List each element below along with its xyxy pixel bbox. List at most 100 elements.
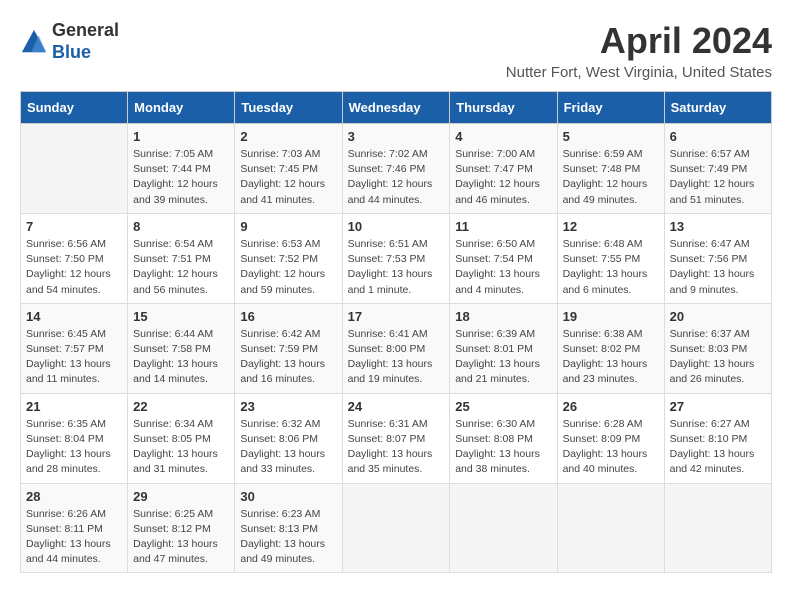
calendar-cell: 24 Sunrise: 6:31 AMSunset: 8:07 PMDayligh… <box>342 393 450 483</box>
day-info: Sunrise: 6:35 AMSunset: 8:04 PMDaylight:… <box>26 417 122 478</box>
calendar-cell <box>21 124 128 214</box>
calendar-cell: 26Sunrise: 6:28 AMSunset: 8:09 PMDayligh… <box>557 393 664 483</box>
logo-icon <box>20 28 48 56</box>
col-header-sunday: Sunday <box>21 92 128 124</box>
calendar-cell: 16 Sunrise: 6:42 AMSunset: 7:59 PMDayligh… <box>235 303 342 393</box>
calendar-cell: 10 Sunrise: 6:51 AMSunset: 7:53 PMDayligh… <box>342 213 450 303</box>
day-info: Sunrise: 7:02 AMSunset: 7:46 PMDaylight:… <box>348 147 445 208</box>
calendar-body: 1 Sunrise: 7:05 AMSunset: 7:44 PMDaylight… <box>21 124 772 573</box>
day-number: 16 <box>240 309 336 324</box>
header-row: SundayMondayTuesdayWednesdayThursdayFrid… <box>21 92 772 124</box>
calendar-header: SundayMondayTuesdayWednesdayThursdayFrid… <box>21 92 772 124</box>
calendar-cell: 23 Sunrise: 6:32 AMSunset: 8:06 PMDayligh… <box>235 393 342 483</box>
calendar-cell: 2 Sunrise: 7:03 AMSunset: 7:45 PMDaylight… <box>235 124 342 214</box>
day-number: 21 <box>26 399 122 414</box>
day-info: Sunrise: 6:26 AMSunset: 8:11 PMDaylight:… <box>26 507 122 568</box>
logo-blue-text: Blue <box>52 42 91 62</box>
col-header-monday: Monday <box>128 92 235 124</box>
day-number: 18 <box>455 309 551 324</box>
day-info: Sunrise: 6:41 AMSunset: 8:00 PMDaylight:… <box>348 327 445 388</box>
calendar-cell: 20 Sunrise: 6:37 AMSunset: 8:03 PMDayligh… <box>664 303 771 393</box>
day-number: 17 <box>348 309 445 324</box>
day-number: 30 <box>240 489 336 504</box>
day-info: Sunrise: 6:42 AMSunset: 7:59 PMDaylight:… <box>240 327 336 388</box>
calendar-cell: 13 Sunrise: 6:47 AMSunset: 7:56 PMDayligh… <box>664 213 771 303</box>
calendar-cell: 3 Sunrise: 7:02 AMSunset: 7:46 PMDaylight… <box>342 124 450 214</box>
day-number: 3 <box>348 129 445 144</box>
calendar-cell: 25Sunrise: 6:30 AMSunset: 8:08 PMDayligh… <box>450 393 557 483</box>
calendar-cell: 18 Sunrise: 6:39 AMSunset: 8:01 PMDayligh… <box>450 303 557 393</box>
day-info: Sunrise: 6:53 AMSunset: 7:52 PMDaylight:… <box>240 237 336 298</box>
day-info: Sunrise: 6:54 AMSunset: 7:51 PMDaylight:… <box>133 237 229 298</box>
calendar-cell: 27Sunrise: 6:27 AMSunset: 8:10 PMDayligh… <box>664 393 771 483</box>
day-number: 6 <box>670 129 766 144</box>
day-number: 20 <box>670 309 766 324</box>
day-info: Sunrise: 6:56 AMSunset: 7:50 PMDaylight:… <box>26 237 122 298</box>
day-info: Sunrise: 6:38 AMSunset: 8:02 PMDaylight:… <box>563 327 659 388</box>
day-info: Sunrise: 7:00 AMSunset: 7:47 PMDaylight:… <box>455 147 551 208</box>
day-number: 14 <box>26 309 122 324</box>
day-info: Sunrise: 6:57 AMSunset: 7:49 PMDaylight:… <box>670 147 766 208</box>
day-number: 4 <box>455 129 551 144</box>
calendar-cell: 7 Sunrise: 6:56 AMSunset: 7:50 PMDaylight… <box>21 213 128 303</box>
calendar-cell <box>342 483 450 573</box>
calendar-cell: 6 Sunrise: 6:57 AMSunset: 7:49 PMDaylight… <box>664 124 771 214</box>
col-header-tuesday: Tuesday <box>235 92 342 124</box>
day-number: 2 <box>240 129 336 144</box>
day-number: 7 <box>26 219 122 234</box>
day-number: 24 <box>348 399 445 414</box>
col-header-saturday: Saturday <box>664 92 771 124</box>
day-info: Sunrise: 6:45 AMSunset: 7:57 PMDaylight:… <box>26 327 122 388</box>
day-number: 11 <box>455 219 551 234</box>
day-info: Sunrise: 6:44 AMSunset: 7:58 PMDaylight:… <box>133 327 229 388</box>
day-info: Sunrise: 6:47 AMSunset: 7:56 PMDaylight:… <box>670 237 766 298</box>
logo: General Blue <box>20 20 119 63</box>
day-number: 23 <box>240 399 336 414</box>
calendar-cell: 12Sunrise: 6:48 AMSunset: 7:55 PMDayligh… <box>557 213 664 303</box>
week-row-4: 21 Sunrise: 6:35 AMSunset: 8:04 PMDayligh… <box>21 393 772 483</box>
calendar-cell: 8Sunrise: 6:54 AMSunset: 7:51 PMDaylight… <box>128 213 235 303</box>
day-info: Sunrise: 6:30 AMSunset: 8:08 PMDaylight:… <box>455 417 551 478</box>
page-subtitle: Nutter Fort, West Virginia, United State… <box>506 64 772 81</box>
day-number: 29 <box>133 489 229 504</box>
calendar-cell: 28Sunrise: 6:26 AMSunset: 8:11 PMDayligh… <box>21 483 128 573</box>
day-info: Sunrise: 7:03 AMSunset: 7:45 PMDaylight:… <box>240 147 336 208</box>
day-info: Sunrise: 6:25 AMSunset: 8:12 PMDaylight:… <box>133 507 229 568</box>
day-number: 26 <box>563 399 659 414</box>
calendar-cell: 15Sunrise: 6:44 AMSunset: 7:58 PMDayligh… <box>128 303 235 393</box>
week-row-3: 14 Sunrise: 6:45 AMSunset: 7:57 PMDayligh… <box>21 303 772 393</box>
day-number: 1 <box>133 129 229 144</box>
title-block: April 2024 Nutter Fort, West Virginia, U… <box>506 20 772 81</box>
calendar-cell: 9Sunrise: 6:53 AMSunset: 7:52 PMDaylight… <box>235 213 342 303</box>
week-row-2: 7 Sunrise: 6:56 AMSunset: 7:50 PMDaylight… <box>21 213 772 303</box>
day-info: Sunrise: 6:27 AMSunset: 8:10 PMDaylight:… <box>670 417 766 478</box>
calendar-table: SundayMondayTuesdayWednesdayThursdayFrid… <box>20 91 772 573</box>
day-info: Sunrise: 6:32 AMSunset: 8:06 PMDaylight:… <box>240 417 336 478</box>
week-row-5: 28Sunrise: 6:26 AMSunset: 8:11 PMDayligh… <box>21 483 772 573</box>
page-header: General Blue April 2024 Nutter Fort, Wes… <box>20 20 772 81</box>
calendar-cell: 29 Sunrise: 6:25 AMSunset: 8:12 PMDayligh… <box>128 483 235 573</box>
calendar-cell: 4 Sunrise: 7:00 AMSunset: 7:47 PMDaylight… <box>450 124 557 214</box>
day-number: 10 <box>348 219 445 234</box>
calendar-cell: 22Sunrise: 6:34 AMSunset: 8:05 PMDayligh… <box>128 393 235 483</box>
calendar-cell <box>450 483 557 573</box>
calendar-cell <box>664 483 771 573</box>
day-info: Sunrise: 7:05 AMSunset: 7:44 PMDaylight:… <box>133 147 229 208</box>
day-number: 5 <box>563 129 659 144</box>
calendar-cell: 14 Sunrise: 6:45 AMSunset: 7:57 PMDayligh… <box>21 303 128 393</box>
logo-general-text: General <box>52 20 119 40</box>
day-info: Sunrise: 6:39 AMSunset: 8:01 PMDaylight:… <box>455 327 551 388</box>
page-title: April 2024 <box>506 20 772 62</box>
calendar-cell: 19 Sunrise: 6:38 AMSunset: 8:02 PMDayligh… <box>557 303 664 393</box>
col-header-friday: Friday <box>557 92 664 124</box>
day-info: Sunrise: 6:51 AMSunset: 7:53 PMDaylight:… <box>348 237 445 298</box>
day-info: Sunrise: 6:31 AMSunset: 8:07 PMDaylight:… <box>348 417 445 478</box>
day-number: 13 <box>670 219 766 234</box>
day-info: Sunrise: 6:37 AMSunset: 8:03 PMDaylight:… <box>670 327 766 388</box>
calendar-cell: 21 Sunrise: 6:35 AMSunset: 8:04 PMDayligh… <box>21 393 128 483</box>
day-number: 19 <box>563 309 659 324</box>
col-header-thursday: Thursday <box>450 92 557 124</box>
day-number: 22 <box>133 399 229 414</box>
day-info: Sunrise: 6:50 AMSunset: 7:54 PMDaylight:… <box>455 237 551 298</box>
col-header-wednesday: Wednesday <box>342 92 450 124</box>
